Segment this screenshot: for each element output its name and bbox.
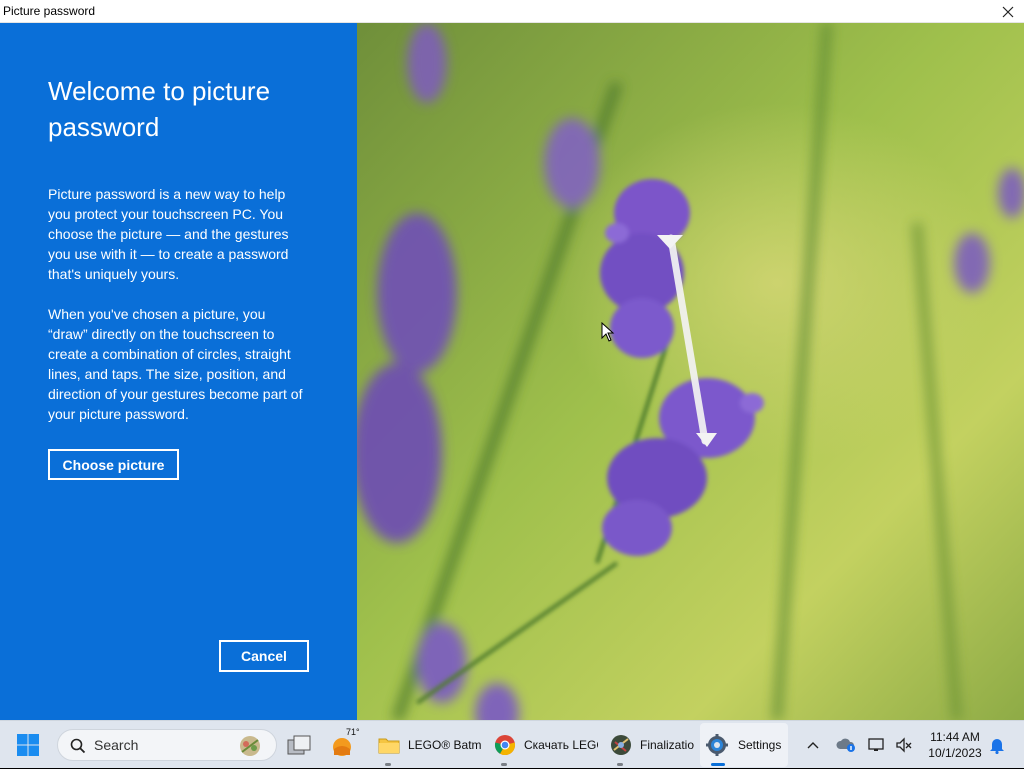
taskbar-app-label: Settings — [738, 738, 782, 752]
gear-icon — [706, 734, 728, 756]
taskbar-app-finalization[interactable]: Finalizatio — [608, 721, 698, 769]
mouse-cursor-icon — [601, 322, 615, 342]
taskbar-app-settings[interactable]: Settings — [700, 723, 788, 767]
weather-temperature: 71° — [346, 727, 360, 737]
search-placeholder: Search — [94, 737, 139, 753]
speaker-muted-icon — [896, 737, 912, 753]
window-title: Picture password — [3, 4, 96, 18]
show-hidden-icons-button[interactable] — [802, 721, 824, 769]
running-indicator — [617, 763, 623, 766]
notifications-button[interactable] — [986, 721, 1008, 769]
app-icon — [611, 735, 631, 755]
chevron-up-icon — [807, 742, 819, 749]
page-title: Welcome to picture password — [48, 76, 271, 142]
info-panel: Welcome to picture password Picture pass… — [0, 23, 357, 720]
search-input[interactable]: Search — [57, 729, 277, 761]
network-icon — [868, 738, 884, 751]
taskbar-app-explorer[interactable]: LEGO® Batma — [376, 721, 484, 769]
picture-password-window: Picture password Welcome to picture pass… — [0, 0, 1024, 720]
network-tray-button[interactable] — [865, 721, 889, 769]
folder-icon — [378, 738, 400, 754]
cancel-button[interactable]: Cancel — [219, 640, 309, 672]
system-clock[interactable]: 11:44 AM 10/1/2023 — [920, 729, 990, 761]
taskbar-app-label: Finalizatio — [640, 738, 695, 752]
title-bar: Picture password — [0, 0, 1024, 23]
active-indicator — [711, 763, 725, 766]
search-highlight-icon — [240, 736, 260, 756]
taskbar-app-chrome[interactable]: Скачать LEGC — [492, 721, 600, 769]
clock-time: 11:44 AM — [930, 730, 980, 744]
weather-widget[interactable]: 71° — [330, 721, 366, 769]
running-indicator — [501, 763, 507, 766]
search-icon — [70, 738, 86, 754]
taskbar-app-label: Скачать LEGC — [524, 738, 598, 752]
taskbar-app-label: LEGO® Batma — [408, 738, 482, 752]
cloud-icon — [836, 738, 855, 752]
description-paragraph-1: Picture password is a new way to help yo… — [48, 186, 289, 282]
description-paragraph-2: When you've chosen a picture, you “draw”… — [48, 306, 303, 422]
bell-icon — [990, 739, 1004, 754]
windows-logo-icon — [17, 734, 39, 756]
chrome-icon — [494, 735, 516, 756]
close-button[interactable] — [992, 0, 1024, 23]
start-button[interactable] — [16, 721, 48, 769]
picture-preview[interactable] — [357, 23, 1024, 720]
gesture-line — [657, 234, 717, 447]
taskbar: Search 71° LEGO® Batma Скачать LEGC Fina… — [0, 720, 1024, 768]
task-view-icon — [287, 735, 311, 755]
choose-picture-button[interactable]: Choose picture — [48, 449, 179, 480]
onedrive-tray-button[interactable] — [834, 721, 858, 769]
clock-date: 10/1/2023 — [928, 746, 982, 760]
task-view-button[interactable] — [286, 721, 318, 769]
volume-tray-button[interactable] — [892, 721, 916, 769]
running-indicator — [385, 763, 391, 766]
close-icon — [1002, 6, 1014, 17]
